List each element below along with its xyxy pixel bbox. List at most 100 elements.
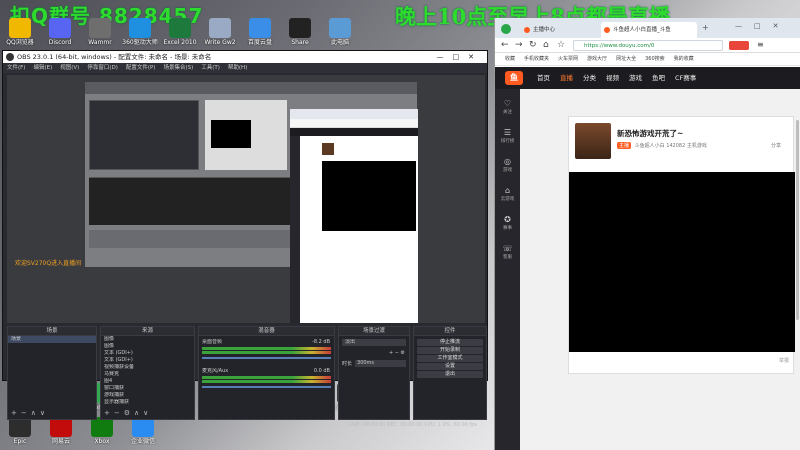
source-item[interactable]: 马赛克	[101, 371, 194, 378]
source-item[interactable]: 游戏捕获	[101, 392, 194, 399]
bookmark-item[interactable]: 我的收藏	[674, 53, 694, 65]
desktop-shortcut[interactable]: Share	[282, 18, 318, 46]
sidebar-item-label: 云游戏	[500, 197, 515, 202]
obs-window[interactable]: OBS 23.0.1 (64-bit, windows) - 配置文件: 未命名…	[2, 50, 488, 428]
desktop-shortcut[interactable]: Discord	[42, 18, 78, 46]
source-item[interactable]: 文本 (GDI+)	[101, 350, 194, 357]
mixer-dock-title: 混音器	[199, 327, 334, 336]
bookmark-item[interactable]: 游戏大厅	[587, 53, 607, 65]
tab-label: 主播中心	[533, 27, 556, 33]
sidebar-item-icon: ◎	[504, 157, 511, 166]
scene-item[interactable]: 场景	[8, 336, 96, 343]
bookmark-item[interactable]: 360搜索	[645, 53, 665, 65]
share-button[interactable]: 分享	[771, 142, 781, 149]
desktop-shortcut[interactable]: 此电脑	[322, 18, 358, 46]
source-item[interactable]: 窗口捕获	[101, 385, 194, 392]
desktop-shortcut[interactable]: Write Gw2	[202, 18, 238, 46]
mixer-track-label: 麦克风/Aux	[202, 368, 229, 374]
page-scrollbar[interactable]	[796, 120, 799, 320]
bookmark-item[interactable]: 网址大全	[616, 53, 636, 65]
site-nav-item[interactable]: 鱼吧	[652, 67, 665, 89]
source-item[interactable]: 文本 (GDI+)	[101, 357, 194, 364]
obs-menu-item[interactable]: 编辑(E)	[33, 63, 52, 73]
obs-status-bar: LIVE: 00:00:00 REC: 00:00:00 CPU: 1.0%, …	[348, 422, 477, 428]
transition-select[interactable]: 淡出	[342, 339, 406, 346]
window-controls[interactable]: —□✕	[437, 51, 483, 63]
source-item[interactable]: 图像	[101, 343, 194, 350]
control-button[interactable]: 退出	[417, 371, 483, 378]
scenes-dock-buttons[interactable]: +−∧∨	[11, 409, 49, 417]
site-nav-item[interactable]: 首页	[537, 67, 550, 89]
source-item[interactable]: 显示器捕获	[101, 399, 194, 406]
control-button[interactable]: 停止推流	[417, 339, 483, 346]
window-controls[interactable]: —□✕	[735, 22, 790, 30]
desktop-shortcut[interactable]: QQ浏览器	[2, 18, 38, 46]
room-card: 新恐怖游戏开荒了~ 主播 斗鱼超人小白 142082 主机游戏 分享 举报	[568, 116, 795, 374]
desktop-shortcut-label: Excel 2010	[163, 39, 197, 46]
forward-icon[interactable]: →	[515, 40, 523, 50]
transitions-dock-title: 场景过渡	[339, 327, 409, 336]
volume-slider[interactable]	[202, 386, 331, 388]
sidebar-item-icon: ⌂	[504, 186, 511, 195]
sidebar-item[interactable]: ✪ 赛事	[495, 215, 520, 231]
duration-label: 时长	[342, 361, 353, 367]
sidebar-item[interactable]: ♡ 关注	[495, 99, 520, 115]
douyu-favicon-icon	[604, 27, 610, 33]
room-meta: 主播 斗鱼超人小白 142082 主机游戏	[617, 142, 707, 149]
home-icon[interactable]: ⌂	[543, 40, 549, 50]
streamer-avatar[interactable]	[575, 123, 611, 159]
site-nav-item[interactable]: 游戏	[629, 67, 642, 89]
new-tab-button[interactable]: +	[702, 23, 709, 32]
menu-icon[interactable]: ≡	[757, 40, 764, 49]
sidebar-item[interactable]: ☰ 排行榜	[495, 128, 520, 144]
tab-streamer-center[interactable]: 主播中心	[521, 22, 599, 38]
url-field[interactable]: https://www.douyu.com/0	[573, 40, 723, 51]
browser-window[interactable]: 主播中心 斗鱼超人小白直播_斗鱼 + —□✕ ← → ↻ ⌂ ☆ https:/…	[494, 18, 800, 450]
obs-menu-item[interactable]: 视图(V)	[60, 63, 79, 73]
volume-meter	[202, 351, 331, 354]
site-nav-item[interactable]: 分类	[583, 67, 596, 89]
source-item[interactable]: 视频捕获设备	[101, 364, 194, 371]
obs-menu-item[interactable]: 文件(F)	[7, 63, 25, 73]
obs-menu-item[interactable]: 停靠窗口(D)	[87, 63, 118, 73]
control-button[interactable]: 开始录制	[417, 347, 483, 354]
source-item[interactable]: 图像	[101, 336, 194, 343]
bookmark-item[interactable]: 手机收藏夹	[524, 53, 549, 65]
tab-douyu-room[interactable]: 斗鱼超人小白直播_斗鱼	[601, 22, 697, 38]
refresh-icon[interactable]: ↻	[529, 40, 537, 50]
back-icon[interactable]: ←	[501, 40, 509, 50]
douyu-logo-icon[interactable]: 鱼	[505, 71, 523, 85]
volume-slider[interactable]	[202, 357, 331, 359]
obs-menu-item[interactable]: 工具(T)	[201, 63, 220, 73]
sources-dock-buttons[interactable]: +−⚙∧∨	[104, 409, 152, 417]
bookmark-item[interactable]: 收藏	[505, 53, 515, 65]
sidebar-item[interactable]: ◎ 游戏	[495, 157, 520, 173]
bookmark-item[interactable]: 火车票网	[558, 53, 578, 65]
desktop-shortcut[interactable]: Excel 2010	[162, 18, 198, 46]
control-button[interactable]: 工作室模式	[417, 355, 483, 362]
sidebar-item[interactable]: ☏ 客服	[495, 244, 520, 260]
source-item[interactable]: 图4	[101, 378, 194, 385]
obs-title-bar[interactable]: OBS 23.0.1 (64-bit, windows) - 配置文件: 未命名…	[3, 51, 487, 63]
desktop-shortcut[interactable]: Wammr	[82, 18, 118, 46]
duration-input[interactable]: 300ms	[355, 360, 406, 367]
sidebar-item[interactable]: ⌂ 云游戏	[495, 186, 520, 202]
desktop-shortcut[interactable]: 百度云盘	[242, 18, 278, 46]
control-button[interactable]: 设置	[417, 363, 483, 370]
star-icon[interactable]: ☆	[557, 40, 565, 50]
obs-preview-canvas[interactable]: 欢迎SV270Q进入直播间	[7, 75, 485, 323]
sidebar-item-label: 排行榜	[500, 139, 515, 144]
sidebar-item-label: 赛事	[503, 226, 512, 231]
sale-badge-icon[interactable]	[729, 41, 749, 50]
site-nav-item[interactable]: 直播	[560, 67, 573, 89]
scenes-dock: 场景 场景 +−∧∨	[7, 326, 97, 420]
transition-add-button[interactable]: + − ⚙	[339, 350, 409, 357]
report-link[interactable]: 举报	[575, 357, 789, 367]
obs-menu-item[interactable]: 场景集合(S)	[163, 63, 193, 73]
obs-menu-item[interactable]: 帮助(H)	[228, 63, 247, 73]
desktop-shortcut[interactable]: 360驱动大师	[122, 18, 158, 46]
video-player[interactable]	[569, 172, 795, 352]
obs-menu-item[interactable]: 配置文件(P)	[126, 63, 156, 73]
site-nav-item[interactable]: 视频	[606, 67, 619, 89]
site-nav-item[interactable]: CF赛事	[675, 67, 696, 89]
